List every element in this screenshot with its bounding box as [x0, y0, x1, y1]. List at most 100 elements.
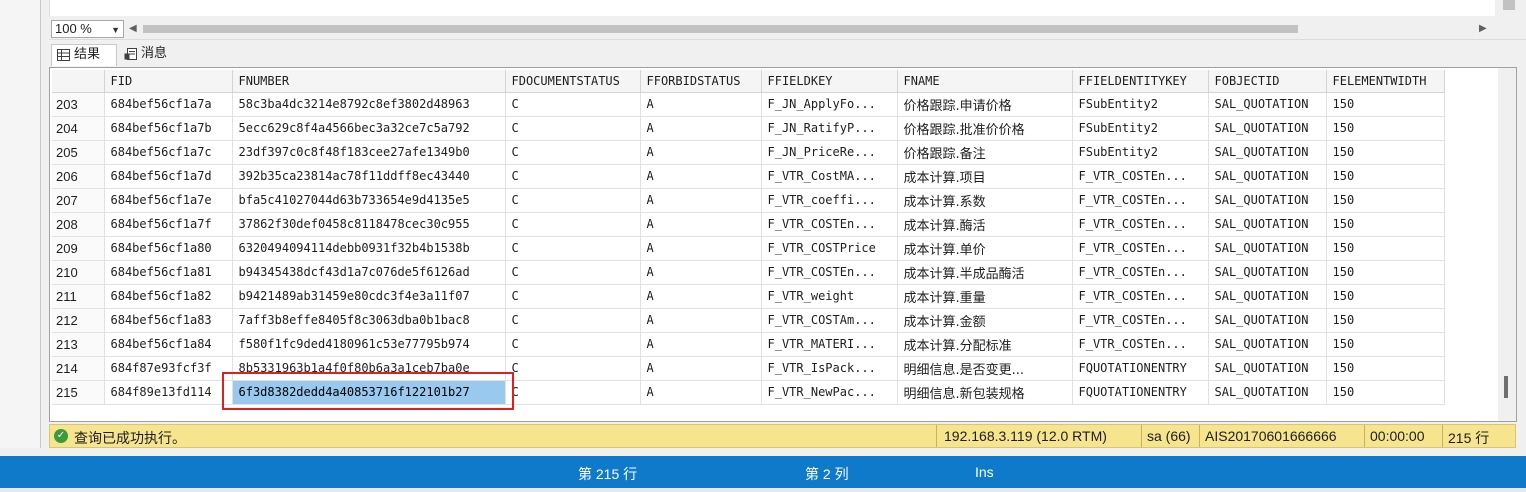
column-header[interactable]: FNUMBER	[232, 70, 506, 93]
column-header[interactable]: FELEMENTWIDTH	[1326, 70, 1445, 93]
row-number[interactable]: 208	[52, 212, 105, 237]
column-header[interactable]: FOBJECTID	[1208, 70, 1327, 93]
table-cell[interactable]: 成本计算.系数	[897, 188, 1073, 213]
hscroll-thumb[interactable]	[143, 25, 1298, 33]
table-row[interactable]: 211 684bef56cf1a82 b9421489ab31459e80cdc3f…	[52, 284, 1445, 309]
table-cell[interactable]: 6320494094114debb0931f32b4b1538b	[232, 236, 506, 261]
table-cell[interactable]: 150	[1326, 308, 1445, 333]
table-cell[interactable]: b94345438dcf43d1a7c076de5f6126ad	[232, 260, 506, 285]
table-cell[interactable]: 684bef56cf1a7d	[104, 164, 233, 189]
table-cell[interactable]: 价格跟踪.备注	[897, 140, 1073, 165]
table-cell[interactable]: SAL_QUOTATION	[1208, 332, 1327, 357]
row-number[interactable]: 204	[52, 116, 105, 141]
table-cell[interactable]: C	[505, 212, 641, 237]
table-cell[interactable]: 150	[1326, 116, 1445, 141]
table-cell[interactable]: SAL_QUOTATION	[1208, 236, 1327, 261]
row-number[interactable]: 205	[52, 140, 105, 165]
editor-vertical-scrollbar[interactable]	[1495, 0, 1526, 16]
table-cell[interactable]: A	[640, 332, 762, 357]
row-number[interactable]: 203	[52, 92, 105, 117]
table-cell[interactable]: A	[640, 380, 762, 405]
table-cell[interactable]: F_VTR_COSTEn...	[761, 212, 898, 237]
table-cell[interactable]: F_VTR_COSTEn...	[1072, 164, 1209, 189]
table-cell[interactable]: C	[505, 92, 641, 117]
table-cell[interactable]: 成本计算.重量	[897, 284, 1073, 309]
table-cell[interactable]: F_VTR_COSTAm...	[761, 308, 898, 333]
table-cell[interactable]: A	[640, 140, 762, 165]
row-number[interactable]: 207	[52, 188, 105, 213]
table-cell[interactable]: 成本计算.金额	[897, 308, 1073, 333]
zoom-select[interactable]: 100 % ▼	[51, 20, 124, 38]
editor-scroll-thumb[interactable]	[1503, 0, 1515, 10]
table-cell[interactable]: 684bef56cf1a81	[104, 260, 233, 285]
table-cell[interactable]: 明细信息.新包装规格	[897, 380, 1073, 405]
table-cell[interactable]: 150	[1326, 164, 1445, 189]
table-cell[interactable]: 成本计算.单价	[897, 236, 1073, 261]
table-cell[interactable]: 684bef56cf1a82	[104, 284, 233, 309]
table-cell[interactable]: C	[505, 308, 641, 333]
table-cell[interactable]: F_VTR_COSTEn...	[1072, 260, 1209, 285]
table-cell[interactable]: F_VTR_IsPack...	[761, 356, 898, 381]
table-cell[interactable]: F_VTR_COSTEn...	[1072, 284, 1209, 309]
table-cell[interactable]: F_VTR_COSTEn...	[1072, 212, 1209, 237]
tab-messages[interactable]: 消息	[119, 44, 185, 66]
table-cell[interactable]: A	[640, 164, 762, 189]
row-number[interactable]: 210	[52, 260, 105, 285]
row-number[interactable]: 212	[52, 308, 105, 333]
grid-scroll-thumb[interactable]	[1504, 376, 1508, 398]
table-cell[interactable]: F_VTR_COSTEn...	[1072, 308, 1209, 333]
table-cell[interactable]: 150	[1326, 284, 1445, 309]
table-cell[interactable]: C	[505, 116, 641, 141]
table-cell[interactable]: SAL_QUOTATION	[1208, 212, 1327, 237]
row-number[interactable]: 215	[52, 380, 105, 405]
table-cell[interactable]: A	[640, 284, 762, 309]
table-cell[interactable]: C	[505, 164, 641, 189]
table-cell[interactable]: 150	[1326, 140, 1445, 165]
query-editor[interactable]	[49, 0, 1495, 16]
column-header[interactable]: FID	[104, 70, 233, 93]
table-cell[interactable]: 684bef56cf1a80	[104, 236, 233, 261]
table-cell[interactable]: A	[640, 356, 762, 381]
table-cell[interactable]: SAL_QUOTATION	[1208, 188, 1327, 213]
table-cell[interactable]: SAL_QUOTATION	[1208, 140, 1327, 165]
table-cell[interactable]: A	[640, 116, 762, 141]
column-header[interactable]: FFIELDENTITYKEY	[1072, 70, 1209, 93]
table-cell[interactable]: 5ecc629c8f4a4566bec3a32ce7c5a792	[232, 116, 506, 141]
table-cell[interactable]: A	[640, 308, 762, 333]
table-cell[interactable]: FSubEntity2	[1072, 140, 1209, 165]
table-cell[interactable]: 684f89e13fd114	[104, 380, 233, 405]
table-cell[interactable]: 7aff3b8effe8405f8c3063dba0b1bac8	[232, 308, 506, 333]
table-cell[interactable]: C	[505, 236, 641, 261]
table-cell[interactable]: C	[505, 188, 641, 213]
table-row[interactable]: 208 684bef56cf1a7f 37862f30def0458c8118478…	[52, 212, 1445, 237]
table-cell[interactable]: SAL_QUOTATION	[1208, 308, 1327, 333]
table-cell[interactable]: b9421489ab31459e80cdc3f4e3a11f07	[232, 284, 506, 309]
table-cell[interactable]: F_JN_PriceRe...	[761, 140, 898, 165]
table-cell[interactable]: 成本计算.酶活	[897, 212, 1073, 237]
table-cell[interactable]: C	[505, 284, 641, 309]
table-cell[interactable]: 150	[1326, 260, 1445, 285]
row-number[interactable]: 213	[52, 332, 105, 357]
table-cell[interactable]: 成本计算.分配标准	[897, 332, 1073, 357]
table-cell[interactable]: 150	[1326, 92, 1445, 117]
column-header[interactable]: FDOCUMENTSTATUS	[505, 70, 641, 93]
table-cell[interactable]: F_VTR_CostMA...	[761, 164, 898, 189]
table-row[interactable]: 210 684bef56cf1a81 b94345438dcf43d1a7c076d…	[52, 260, 1445, 285]
table-cell[interactable]: F_VTR_COSTPrice	[761, 236, 898, 261]
table-cell[interactable]: SAL_QUOTATION	[1208, 284, 1327, 309]
column-header[interactable]: FFIELDKEY	[761, 70, 898, 93]
table-row[interactable]: 203 684bef56cf1a7a 58c3ba4dc3214e8792c8ef3…	[52, 92, 1445, 117]
table-cell[interactable]: F_VTR_COSTEn...	[1072, 188, 1209, 213]
table-row[interactable]: 212 684bef56cf1a83 7aff3b8effe8405f8c3063d…	[52, 308, 1445, 333]
table-cell[interactable]: F_VTR_COSTEn...	[761, 260, 898, 285]
table-cell[interactable]: 价格跟踪.申请价格	[897, 92, 1073, 117]
table-cell[interactable]: A	[640, 92, 762, 117]
table-row[interactable]: 205 684bef56cf1a7c 23df397c0c8f48f183cee27…	[52, 140, 1445, 165]
column-header[interactable]: FNAME	[897, 70, 1073, 93]
table-cell[interactable]: f580f1fc9ded4180961c53e77795b974	[232, 332, 506, 357]
table-cell[interactable]: FSubEntity2	[1072, 116, 1209, 141]
table-cell[interactable]: F_VTR_NewPac...	[761, 380, 898, 405]
tab-results[interactable]: 结果	[51, 44, 117, 66]
table-row[interactable]: 213 684bef56cf1a84 f580f1fc9ded4180961c53e…	[52, 332, 1445, 357]
table-cell[interactable]: SAL_QUOTATION	[1208, 356, 1327, 381]
